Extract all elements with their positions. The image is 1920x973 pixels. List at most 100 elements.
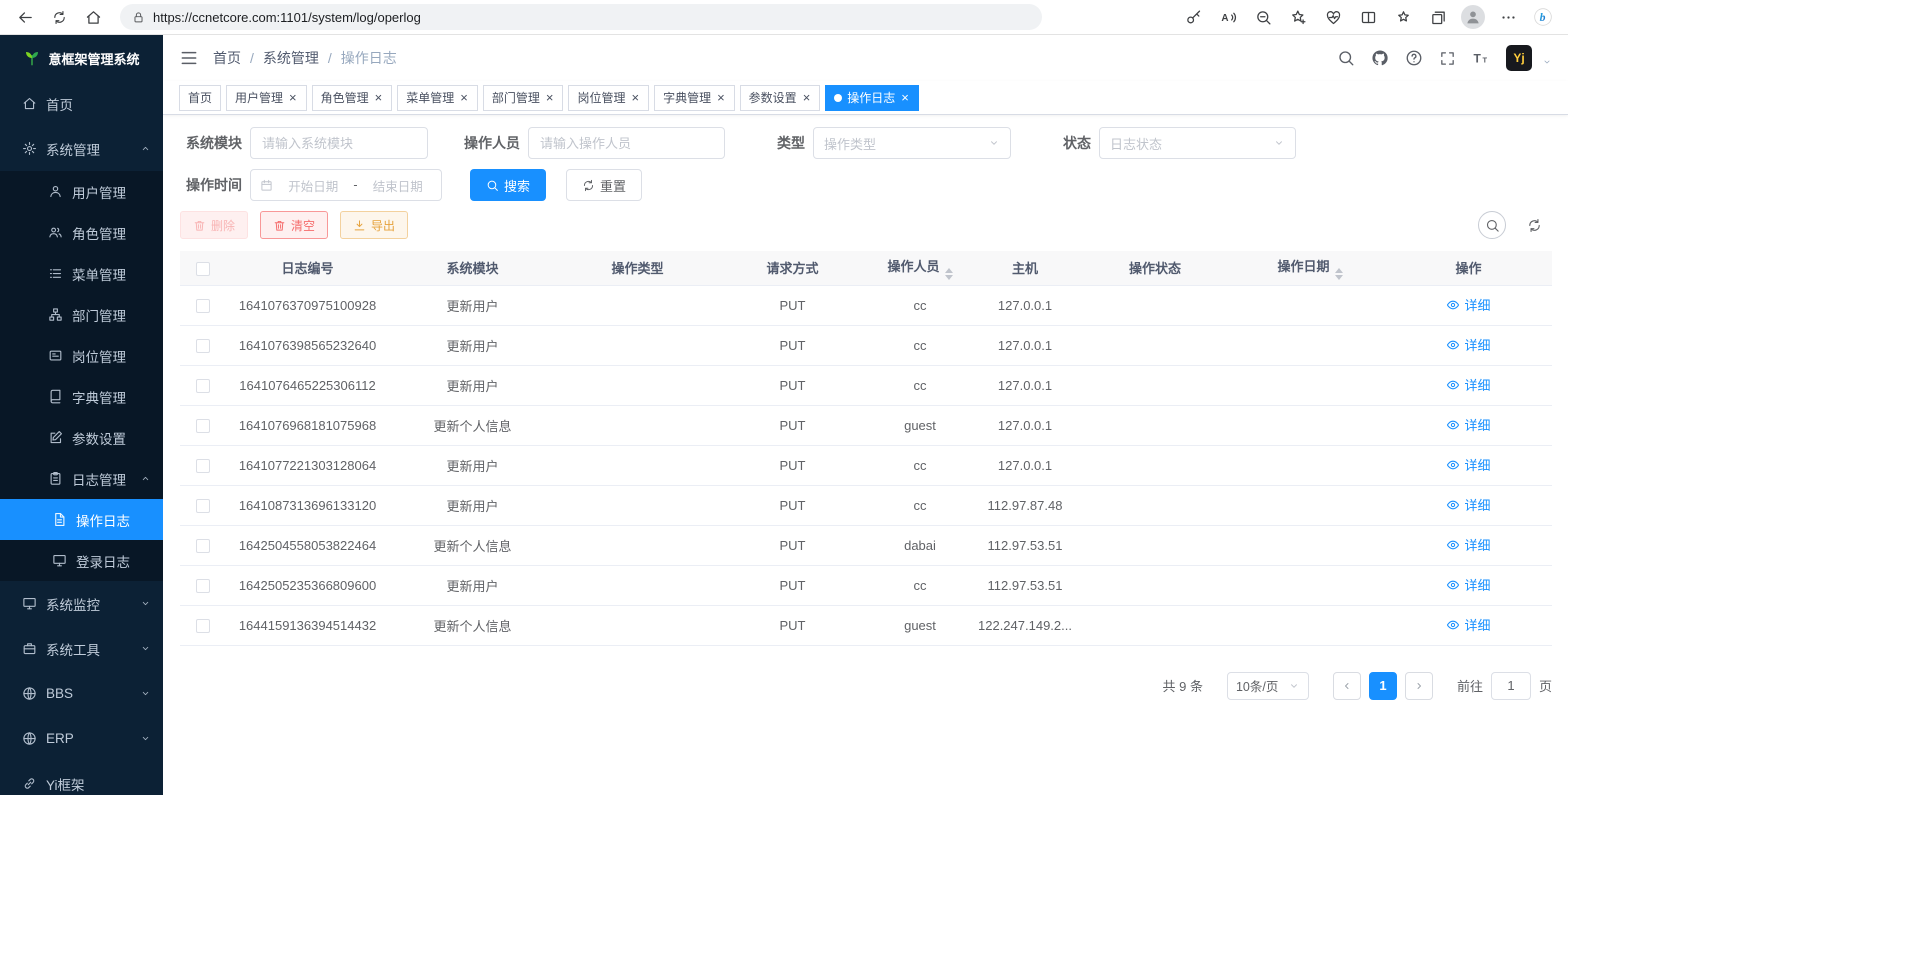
breadcrumb-item[interactable]: 首页 xyxy=(213,48,241,68)
header-search-button[interactable] xyxy=(1337,49,1355,67)
breadcrumb-item[interactable]: 系统管理 xyxy=(263,48,319,68)
detail-link[interactable]: 详细 xyxy=(1446,455,1490,474)
delete-button[interactable]: 删除 xyxy=(180,211,248,239)
add-favorite-button[interactable] xyxy=(1283,3,1313,31)
refresh-table-button[interactable] xyxy=(1520,211,1548,239)
sidebar-item[interactable]: 部门管理 xyxy=(0,294,163,335)
sidebar-item[interactable]: 操作日志 xyxy=(0,499,163,540)
sidebar-item[interactable]: 菜单管理 xyxy=(0,253,163,294)
browser-essentials-button[interactable] xyxy=(1318,3,1348,31)
fullscreen-button[interactable] xyxy=(1439,50,1456,67)
page-1-button[interactable]: 1 xyxy=(1369,672,1397,700)
tab-item[interactable]: 部门管理× xyxy=(483,85,564,111)
tab-item[interactable]: 字典管理× xyxy=(654,85,735,111)
sidebar-item[interactable]: 参数设置 xyxy=(0,417,163,458)
status-filter-select[interactable]: 日志状态 xyxy=(1099,127,1296,159)
sidebar-item[interactable]: BBS xyxy=(0,671,163,716)
detail-link[interactable]: 详细 xyxy=(1446,335,1490,354)
sidebar-item[interactable]: 日志管理 xyxy=(0,458,163,499)
browser-refresh-button[interactable] xyxy=(44,3,74,31)
tab-close-icon[interactable]: × xyxy=(459,91,469,104)
sidebar-item[interactable]: 系统工具 xyxy=(0,626,163,671)
sidebar-item[interactable]: 系统管理 xyxy=(0,126,163,171)
row-checkbox[interactable] xyxy=(196,459,210,473)
browser-menu-button[interactable] xyxy=(1493,3,1523,31)
password-key-button[interactable] xyxy=(1178,3,1208,31)
tab-close-icon[interactable]: × xyxy=(374,91,384,104)
github-link[interactable] xyxy=(1371,49,1389,67)
row-checkbox[interactable] xyxy=(196,379,210,393)
detail-link[interactable]: 详细 xyxy=(1446,415,1490,434)
font-size-button[interactable]: TT xyxy=(1472,49,1490,67)
sidebar-item[interactable]: ERP xyxy=(0,716,163,761)
tab-close-icon[interactable]: × xyxy=(630,91,640,104)
sidebar-item[interactable]: 登录日志 xyxy=(0,540,163,581)
browser-profile-avatar[interactable] xyxy=(1461,5,1485,29)
tab-item[interactable]: 参数设置× xyxy=(740,85,821,111)
date-range-picker[interactable]: 开始日期 - 结束日期 xyxy=(250,169,442,201)
detail-link[interactable]: 详细 xyxy=(1446,535,1490,554)
clear-button[interactable]: 清空 xyxy=(260,211,328,239)
tab-item[interactable]: 岗位管理× xyxy=(568,85,649,111)
page-size-select[interactable]: 10条/页 xyxy=(1227,672,1309,700)
user-logo[interactable]: Yj xyxy=(1506,45,1532,71)
tab-close-icon[interactable]: × xyxy=(288,91,298,104)
tab-item[interactable]: 角色管理× xyxy=(312,85,393,111)
sidebar-item[interactable]: 系统监控 xyxy=(0,581,163,626)
row-checkbox[interactable] xyxy=(196,419,210,433)
row-checkbox[interactable] xyxy=(196,539,210,553)
row-checkbox[interactable] xyxy=(196,619,210,633)
sort-carets[interactable] xyxy=(1335,268,1343,280)
detail-link[interactable]: 详细 xyxy=(1446,615,1490,634)
type-filter-select[interactable]: 操作类型 xyxy=(813,127,1011,159)
column-header[interactable]: 操作日期 xyxy=(1235,251,1385,285)
sidebar-item[interactable]: 岗位管理 xyxy=(0,335,163,376)
toggle-search-button[interactable] xyxy=(1478,211,1506,239)
tab-close-icon[interactable]: × xyxy=(716,91,726,104)
column-header[interactable]: 操作人员 xyxy=(865,251,975,285)
reset-button[interactable]: 重置 xyxy=(566,169,642,201)
goto-page-input[interactable] xyxy=(1491,672,1531,700)
read-aloud-button[interactable]: A xyxy=(1213,3,1243,31)
sidebar-item[interactable]: 首页 xyxy=(0,81,163,126)
row-checkbox[interactable] xyxy=(196,499,210,513)
sort-carets[interactable] xyxy=(945,268,953,280)
tab-item[interactable]: 用户管理× xyxy=(226,85,307,111)
row-checkbox[interactable] xyxy=(196,339,210,353)
collapse-sidebar-button[interactable] xyxy=(179,48,199,68)
row-checkbox[interactable] xyxy=(196,299,210,313)
tab-close-icon[interactable]: × xyxy=(802,91,812,104)
tab-item[interactable]: 菜单管理× xyxy=(397,85,478,111)
detail-link-label: 详细 xyxy=(1464,415,1490,434)
tab-close-icon[interactable]: × xyxy=(545,91,555,104)
detail-link[interactable]: 详细 xyxy=(1446,575,1490,594)
next-page-button[interactable] xyxy=(1405,672,1433,700)
tab-item[interactable]: 首页 xyxy=(179,85,221,111)
sidebar-item[interactable]: 字典管理 xyxy=(0,376,163,417)
help-button[interactable] xyxy=(1405,49,1423,67)
sidebar-item[interactable]: 角色管理 xyxy=(0,212,163,253)
select-all-checkbox[interactable] xyxy=(196,262,210,276)
prev-page-button[interactable] xyxy=(1333,672,1361,700)
module-filter-input[interactable] xyxy=(250,127,428,159)
address-bar[interactable]: https://ccnetcore.com:1101/system/log/op… xyxy=(120,4,1042,30)
zoom-out-button[interactable] xyxy=(1248,3,1278,31)
sidebar-item[interactable]: 用户管理 xyxy=(0,171,163,212)
collections-button[interactable] xyxy=(1423,3,1453,31)
search-button[interactable]: 搜索 xyxy=(470,169,546,201)
detail-link[interactable]: 详细 xyxy=(1446,295,1490,314)
tab-close-icon[interactable]: × xyxy=(900,91,910,104)
detail-link[interactable]: 详细 xyxy=(1446,495,1490,514)
browser-home-button[interactable] xyxy=(78,3,108,31)
browser-back-button[interactable] xyxy=(10,3,40,31)
tab-item[interactable]: 操作日志× xyxy=(825,85,919,111)
split-screen-button[interactable] xyxy=(1353,3,1383,31)
user-menu-caret-icon[interactable] xyxy=(1542,57,1552,67)
operator-filter-input[interactable] xyxy=(528,127,725,159)
sidebar-item[interactable]: Yi框架 xyxy=(0,761,163,795)
copilot-button[interactable]: b xyxy=(1528,3,1558,31)
favorites-button[interactable] xyxy=(1388,3,1418,31)
detail-link[interactable]: 详细 xyxy=(1446,375,1490,394)
export-button[interactable]: 导出 xyxy=(340,211,408,239)
row-checkbox[interactable] xyxy=(196,579,210,593)
